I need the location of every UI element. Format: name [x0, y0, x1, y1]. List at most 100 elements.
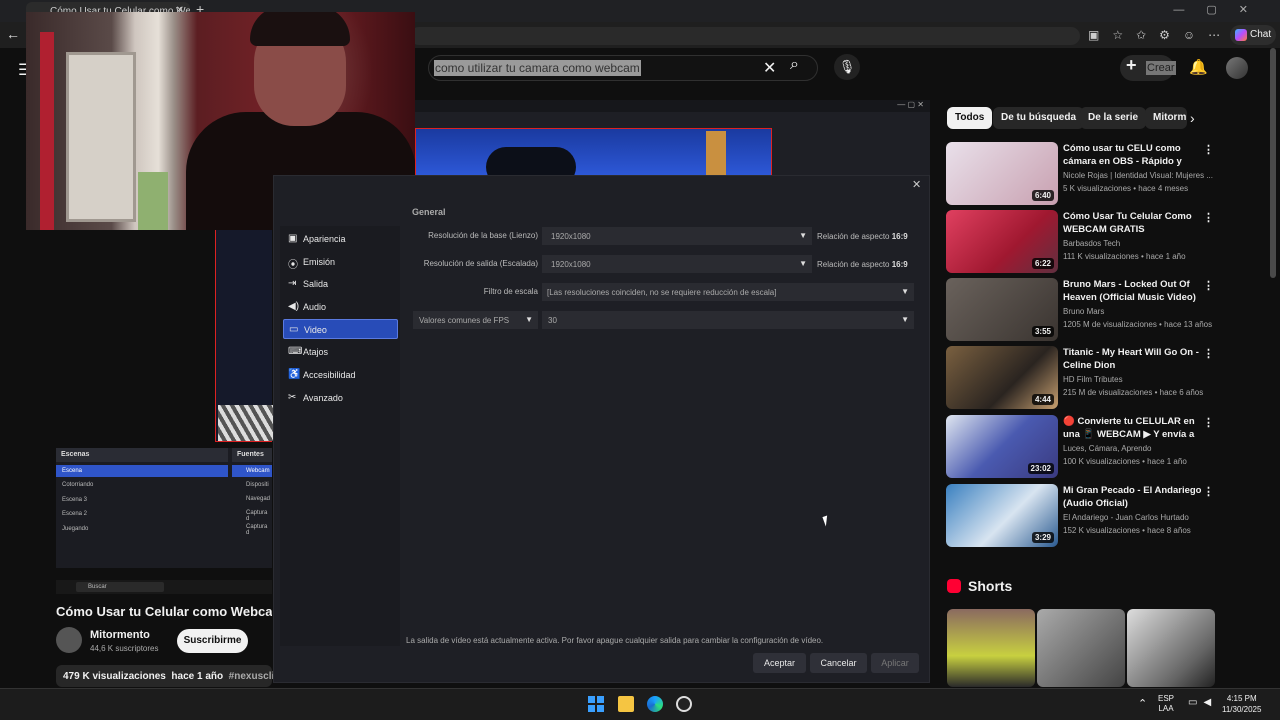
nav-audio[interactable]: ◀) Audio [283, 297, 398, 317]
more-options-icon[interactable]: ⋮ [1203, 416, 1214, 429]
related-video[interactable]: 3:55 Bruno Mars - Locked Out Of Heaven (… [946, 278, 1216, 342]
scene-item[interactable]: Juegando [56, 523, 228, 535]
aspect-value: 16:9 [891, 232, 908, 241]
nav-label: Apariencia [303, 234, 346, 244]
scene-item[interactable]: Escena 3 [56, 494, 228, 506]
edge-browser-icon[interactable] [647, 696, 663, 712]
video-thumbnail[interactable]: 3:29 [946, 484, 1058, 547]
notifications-bell-icon[interactable]: 🔔 [1189, 58, 1208, 76]
lang-layout: LAA [1158, 704, 1174, 713]
related-stats: 1205 M de visualizaciones • hace 13 años [1063, 320, 1213, 329]
channel-name[interactable]: Mitormento [90, 629, 150, 641]
cancel-button[interactable]: Cancelar [810, 653, 867, 673]
close-dialog-icon[interactable]: ✕ [912, 178, 921, 191]
combo-value: Valores comunes de FPS [419, 316, 510, 325]
output-resolution-combo[interactable]: 1920x1080 ▼ [542, 255, 812, 273]
tray-overflow-icon[interactable]: ⌃ [1138, 697, 1147, 710]
video-thumbnail[interactable]: 4:44 [946, 346, 1058, 409]
more-options-icon[interactable]: ⋮ [1203, 485, 1214, 498]
search-icon[interactable]: ⌕ [790, 56, 799, 74]
chevron-down-icon: ▼ [525, 315, 533, 324]
clear-search-icon[interactable]: ✕ [763, 58, 776, 78]
url-field[interactable] [410, 27, 1080, 45]
apply-button[interactable]: Aplicar [871, 653, 919, 673]
video-thumbnail[interactable]: 6:22 [946, 210, 1058, 273]
short-thumbnail[interactable] [1037, 609, 1125, 687]
nav-salida[interactable]: ⇥ Salida [283, 274, 398, 294]
combo-value: 1920x1080 [551, 232, 591, 241]
scene-item[interactable]: Cotorriando [56, 479, 228, 491]
user-avatar[interactable] [1226, 57, 1248, 79]
chip-from-search[interactable]: De tu búsqueda [993, 107, 1085, 129]
nav-emision[interactable]: ⦿ Emisión [283, 252, 398, 272]
scene-item[interactable]: Escena [56, 465, 228, 477]
related-title: Titanic - My Heart Will Go On - Celine D… [1063, 347, 1199, 371]
obs-app-icon[interactable] [676, 696, 692, 712]
duration-badge: 6:40 [1031, 190, 1054, 201]
file-explorer-icon[interactable] [618, 696, 634, 712]
related-video[interactable]: 3:29 Mi Gran Pecado - El Andariego (Audi… [946, 484, 1216, 548]
video-thumbnail[interactable]: 23:02 [946, 415, 1058, 478]
browser-toolbar-icons[interactable]: ▣☆✩⚙☺⋯ [1088, 28, 1233, 42]
accept-button[interactable]: Aceptar [753, 653, 806, 673]
source-item[interactable]: Navegad [232, 493, 272, 505]
fps-value-combo[interactable]: 30 ▼ [542, 311, 914, 329]
related-video[interactable]: 23:02 🔴 Convierte tu CELULAR en una 📱 WE… [946, 415, 1216, 479]
chip-all[interactable]: Todos [947, 107, 993, 129]
nav-accesibilidad[interactable]: ♿ Accesibilidad [283, 365, 398, 385]
chip-channel[interactable]: Mitorm [1145, 107, 1187, 129]
video-stats[interactable]: 479 K visualizaciones hace 1 año #nexusc… [56, 665, 286, 687]
scale-filter-combo[interactable]: [Las resoluciones coinciden, no se requi… [542, 283, 914, 301]
source-item[interactable]: Dispositi [232, 479, 272, 491]
channel-avatar[interactable] [56, 627, 82, 653]
chevron-right-icon[interactable]: › [1190, 110, 1195, 126]
aspect-value: 16:9 [891, 260, 908, 269]
system-tray-icons[interactable]: ▭◀ [1188, 697, 1217, 708]
back-arrow-icon[interactable]: ← [6, 26, 20, 42]
nav-apariencia[interactable]: ▣ Apariencia [283, 229, 398, 249]
short-thumbnail[interactable] [947, 609, 1035, 687]
duration-badge: 6:22 [1031, 258, 1054, 269]
more-options-icon[interactable]: ⋮ [1203, 347, 1214, 360]
related-channel: Bruno Mars [1063, 307, 1105, 316]
nav-atajos[interactable]: ⌨ Atajos [283, 342, 398, 362]
scene-item[interactable]: Escena 2 [56, 508, 228, 520]
related-video[interactable]: 6:40 Cómo usar tu CELU como cámara en OB… [946, 142, 1216, 206]
duration-badge: 4:44 [1031, 394, 1054, 405]
nav-avanzado[interactable]: ✂ Avanzado [283, 388, 398, 408]
source-item[interactable]: Captura d [232, 521, 272, 536]
obs-preview-source-bounds [215, 230, 273, 442]
subscribe-button[interactable]: Suscribirme [177, 629, 248, 653]
microphone-icon[interactable]: 🎙 [834, 54, 860, 80]
base-resolution-combo[interactable]: 1920x1080 ▼ [542, 227, 812, 245]
source-item[interactable]: Webcam [232, 465, 272, 477]
aspect-label: Relación de aspecto [817, 232, 890, 241]
taskbar-clock[interactable]: 4:15 PM 11/30/2025 [1222, 693, 1261, 715]
related-video[interactable]: 4:44 Titanic - My Heart Will Go On - Cel… [946, 346, 1216, 410]
video-thumbnail[interactable]: 6:40 [946, 142, 1058, 205]
short-thumbnail[interactable] [1127, 609, 1215, 687]
chip-series[interactable]: De la serie [1080, 107, 1147, 129]
obs-preview-canvas [415, 128, 772, 178]
more-options-icon[interactable]: ⋮ [1203, 279, 1214, 292]
shorts-icon [947, 579, 961, 593]
more-options-icon[interactable]: ⋮ [1203, 143, 1214, 156]
related-video[interactable]: 6:22 Cómo Usar Tu Celular Como WEBCAM GR… [946, 210, 1216, 274]
obs-docks: Escenas Fuentes Escena Cotorriando Escen… [56, 448, 272, 568]
nav-video[interactable]: ▭ Video [283, 319, 398, 339]
source-item[interactable]: Captura d [232, 507, 272, 522]
windows-start-icon[interactable] [588, 696, 604, 712]
copilot-chat-button[interactable]: Chat [1230, 25, 1276, 45]
window-controls[interactable]: —▢✕ [1173, 3, 1270, 16]
input-language[interactable]: ESP LAA [1158, 694, 1174, 714]
shorts-heading: Shorts [968, 578, 1013, 594]
chevron-down-icon: ▼ [799, 231, 807, 240]
fps-type-combo[interactable]: Valores comunes de FPS ▼ [413, 311, 538, 329]
search-query-text: como utilizar tu camara como webcam [434, 60, 641, 76]
speaker-icon: ◀) [288, 301, 300, 312]
page-scrollbar[interactable] [1270, 48, 1276, 278]
more-options-icon[interactable]: ⋮ [1203, 211, 1214, 224]
video-thumbnail[interactable]: 3:55 [946, 278, 1058, 341]
create-button[interactable]: + Crear [1120, 55, 1176, 81]
related-stats: 215 M de visualizaciones • hace 6 años [1063, 388, 1204, 397]
